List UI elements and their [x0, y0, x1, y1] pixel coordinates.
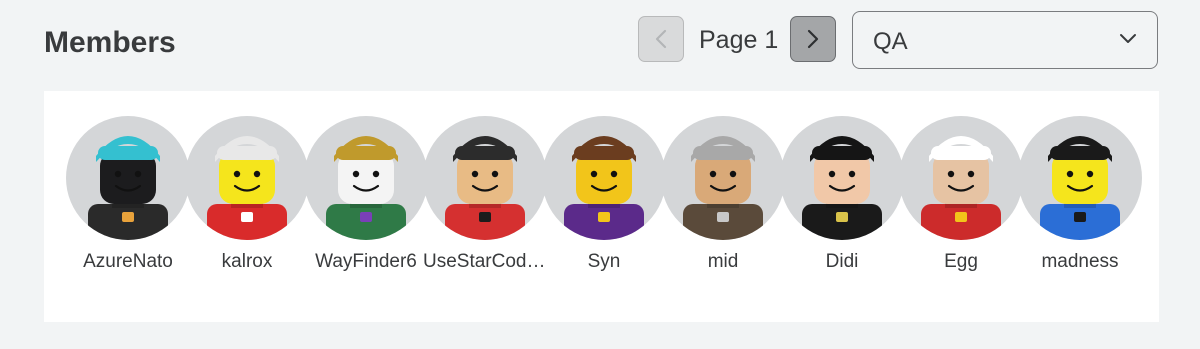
member-card[interactable]: Didi [780, 116, 904, 273]
avatar-figure [921, 136, 1001, 240]
member-name[interactable]: Syn [542, 251, 666, 273]
member-name[interactable]: UseStarCode… [423, 251, 547, 273]
member-avatar[interactable] [899, 116, 1023, 240]
member-card[interactable]: Syn [542, 116, 666, 273]
chevron-down-icon [1120, 34, 1136, 43]
member-card[interactable]: madness [1018, 116, 1142, 273]
member-avatar[interactable] [1018, 116, 1142, 240]
role-dropdown[interactable]: QA [852, 11, 1158, 69]
chevron-right-icon [807, 29, 819, 49]
avatar-figure [802, 136, 882, 240]
member-name[interactable]: WayFinder6 [304, 251, 428, 273]
members-panel: AzureNato kalrox WayFinder6 UseStarCode… Syn… [44, 91, 1159, 322]
role-dropdown-value: QA [873, 28, 908, 55]
avatar-figure [326, 136, 406, 240]
member-avatar[interactable] [304, 116, 428, 240]
member-card[interactable]: WayFinder6 [304, 116, 428, 273]
next-page-button[interactable] [790, 16, 836, 62]
member-name[interactable]: Didi [780, 251, 904, 273]
page-title: Members [44, 26, 176, 59]
member-avatar[interactable] [542, 116, 666, 240]
member-avatar[interactable] [423, 116, 547, 240]
member-name[interactable]: mid [661, 251, 785, 273]
member-card[interactable]: AzureNato [66, 116, 190, 273]
member-name[interactable]: madness [1018, 251, 1142, 273]
previous-page-button[interactable] [638, 16, 684, 62]
member-name[interactable]: kalrox [185, 251, 309, 273]
member-avatar[interactable] [780, 116, 904, 240]
avatar-figure [207, 136, 287, 240]
avatar-figure [683, 136, 763, 240]
chevron-left-icon [655, 29, 667, 49]
avatar-figure [88, 136, 168, 240]
member-avatar[interactable] [661, 116, 785, 240]
member-name[interactable]: Egg [899, 251, 1023, 273]
member-card[interactable]: Egg [899, 116, 1023, 273]
member-name[interactable]: AzureNato [66, 251, 190, 273]
member-card[interactable]: kalrox [185, 116, 309, 273]
avatar-figure [564, 136, 644, 240]
member-avatar[interactable] [185, 116, 309, 240]
page-indicator: Page 1 [699, 26, 779, 54]
member-card[interactable]: mid [661, 116, 785, 273]
avatar-figure [1040, 136, 1120, 240]
member-avatar[interactable] [66, 116, 190, 240]
avatar-figure [445, 136, 525, 240]
member-card[interactable]: UseStarCode… [423, 116, 547, 273]
